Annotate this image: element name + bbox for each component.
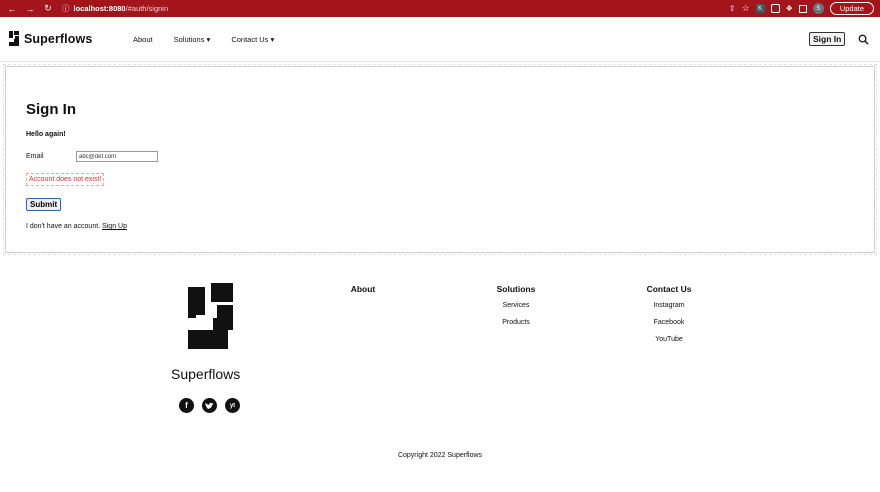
extension-k-icon[interactable]: K: [755, 4, 765, 13]
share-icon[interactable]: ⇧: [729, 4, 736, 13]
reload-icon[interactable]: ↻: [42, 3, 54, 14]
site-footer: Superflows f yt About Solutions Services…: [0, 262, 880, 492]
youtube-icon[interactable]: yt: [225, 398, 240, 413]
update-button[interactable]: Update: [829, 2, 874, 15]
copyright-text: Copyright 2022 Superflows: [397, 452, 483, 459]
site-info-icon[interactable]: ⓘ: [62, 3, 70, 14]
url-path: /#auth/signin: [125, 4, 169, 13]
browser-toolbar: ← → ↻ ⓘ localhost:8080/#auth/signin ⇧ ☆ …: [0, 0, 880, 17]
nav-solutions[interactable]: Solutions ▾: [174, 35, 211, 44]
bookmark-star-icon[interactable]: ☆: [742, 3, 750, 14]
footer-link-facebook[interactable]: Facebook: [639, 319, 699, 326]
nav-contact-us[interactable]: Contact Us ▾: [231, 35, 274, 44]
brand-name: Superflows: [24, 31, 93, 46]
footer-link-instagram[interactable]: Instagram: [639, 302, 699, 309]
email-field[interactable]: [76, 151, 158, 162]
url-host: localhost:8080: [73, 4, 126, 13]
footer-link-youtube[interactable]: YouTube: [639, 336, 699, 343]
extensions-puzzle-icon[interactable]: ❖: [786, 4, 793, 13]
greeting-text: Hello again!: [26, 131, 66, 138]
footer-link-services[interactable]: Services: [486, 302, 546, 309]
footer-solutions-column: Solutions Services Products: [486, 284, 546, 336]
footer-logo-icon: [188, 283, 233, 349]
footer-contact-column: Contact Us Instagram Facebook YouTube: [639, 284, 699, 353]
no-account-text: I don't have an account.: [26, 223, 101, 230]
superflows-logo-icon: [9, 31, 19, 46]
footer-brand-name: Superflows: [171, 366, 241, 382]
profile-avatar[interactable]: S: [812, 3, 824, 14]
footer-about-heading[interactable]: About: [340, 284, 386, 294]
twitter-icon[interactable]: [202, 398, 217, 413]
header-signin-button[interactable]: Sign In: [809, 32, 846, 46]
social-links: f yt: [179, 398, 240, 413]
main-nav: About Solutions ▾ Contact Us ▾: [133, 35, 295, 44]
footer-contact-heading[interactable]: Contact Us: [639, 284, 699, 294]
email-label: Email: [26, 153, 44, 160]
signin-card: Sign In Hello again! Email Account does …: [3, 64, 877, 255]
brand-logo[interactable]: Superflows: [9, 31, 92, 46]
nav-about[interactable]: About: [133, 35, 153, 44]
facebook-icon[interactable]: f: [179, 398, 194, 413]
back-icon[interactable]: ←: [6, 4, 18, 14]
signup-link[interactable]: Sign Up: [102, 223, 127, 230]
signup-prompt: I don't have an account. Sign Up: [26, 223, 127, 230]
footer-about-column: About: [340, 284, 386, 302]
footer-solutions-heading[interactable]: Solutions: [486, 284, 546, 294]
error-message: Account does not exist!: [26, 173, 105, 186]
address-bar[interactable]: ⓘ localhost:8080/#auth/signin: [62, 3, 168, 14]
site-header: Superflows About Solutions ▾ Contact Us …: [0, 17, 880, 62]
submit-button[interactable]: Submit: [26, 198, 62, 211]
search-icon[interactable]: [858, 34, 869, 45]
side-panel-icon[interactable]: [798, 4, 807, 13]
footer-link-products[interactable]: Products: [486, 319, 546, 326]
forward-icon[interactable]: →: [24, 4, 36, 14]
page-title: Sign In: [26, 101, 76, 118]
extension-icon[interactable]: [770, 4, 780, 13]
